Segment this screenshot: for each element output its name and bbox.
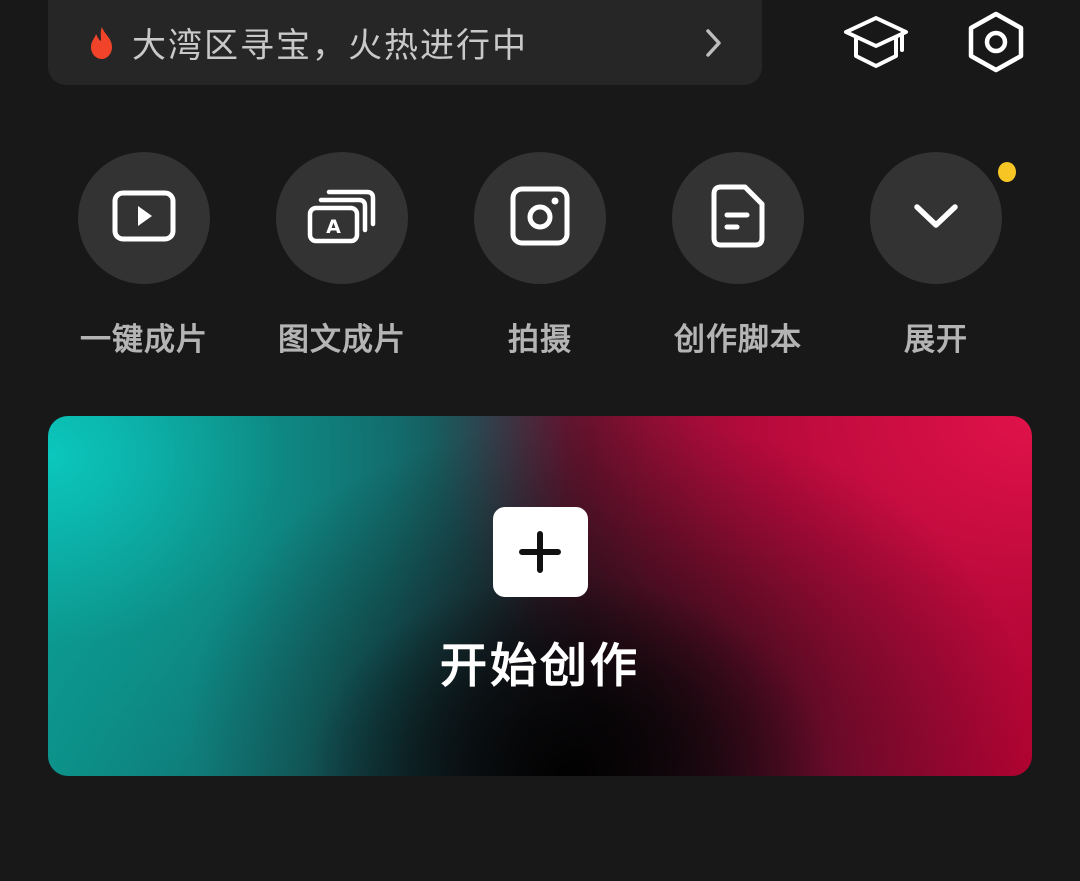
- graduation-cap-icon[interactable]: [842, 10, 910, 74]
- quick-action-camera[interactable]: 拍摄: [444, 152, 634, 362]
- script-document-icon: [711, 184, 765, 252]
- quick-action-circle[interactable]: [672, 152, 804, 284]
- quick-action-circle[interactable]: A: [276, 152, 408, 284]
- svg-text:A: A: [326, 216, 341, 238]
- hot-topic-text: 大湾区寻宝，火热进行中: [132, 26, 528, 66]
- plus-icon[interactable]: [492, 507, 588, 597]
- quick-action-text-to-video[interactable]: A 图文成片: [246, 152, 436, 362]
- quick-actions-row: 一键成片 A 图文成片 拍摄 创作脚本 展开: [48, 152, 1032, 362]
- quick-action-label: 图文成片: [278, 322, 406, 358]
- hot-topic-banner[interactable]: 大湾区寻宝，火热进行中: [48, 0, 762, 85]
- fire-icon: [88, 26, 116, 60]
- quick-action-circle[interactable]: [870, 152, 1016, 284]
- camera-icon: [510, 186, 570, 250]
- quick-action-label: 创作脚本: [674, 322, 802, 358]
- quick-action-label: 展开: [904, 322, 968, 358]
- notification-badge-dot: [998, 162, 1016, 182]
- chevron-right-icon: [702, 25, 726, 61]
- quick-action-circle[interactable]: [78, 152, 210, 284]
- settings-hexagon-icon[interactable]: [962, 10, 1030, 74]
- quick-action-one-click-video[interactable]: 一键成片: [48, 152, 238, 362]
- start-creating-label: 开始创作: [440, 639, 640, 694]
- quick-action-label: 一键成片: [80, 322, 208, 358]
- play-video-icon: [112, 190, 176, 246]
- chevron-down-icon: [912, 201, 960, 235]
- quick-action-expand[interactable]: 展开: [840, 152, 1030, 362]
- quick-action-script[interactable]: 创作脚本: [642, 152, 832, 362]
- quick-action-label: 拍摄: [508, 322, 572, 358]
- quick-action-circle[interactable]: [474, 152, 606, 284]
- text-to-video-icon: A: [307, 188, 377, 248]
- start-creating-card[interactable]: 开始创作: [48, 416, 1032, 776]
